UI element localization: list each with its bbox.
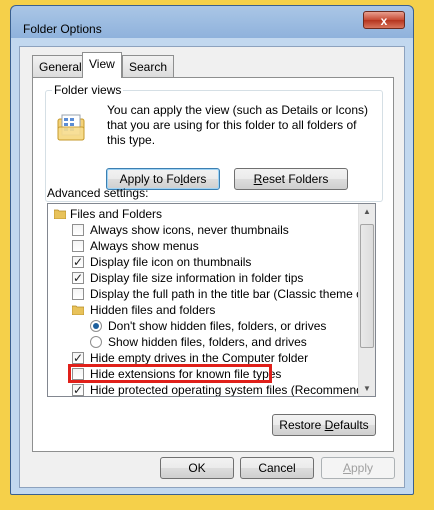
- scroll-thumb[interactable]: [360, 224, 374, 348]
- apply-label-c: pply: [351, 461, 374, 475]
- list-item-label: Hide empty drives in the Computer folder: [90, 351, 309, 365]
- restore-defaults-button[interactable]: Restore Defaults: [272, 414, 376, 436]
- apply-button[interactable]: Apply: [321, 457, 395, 479]
- reset-folders-label-c: eset Folders: [262, 172, 329, 186]
- apply-to-folders-label-a: Apply to Fo: [119, 172, 181, 186]
- folder-views-description: You can apply the view (such as Details …: [107, 103, 369, 147]
- radio[interactable]: [90, 336, 102, 348]
- window-title: Folder Options: [23, 22, 102, 36]
- folder-icon: [54, 209, 66, 219]
- reset-folders-button[interactable]: Reset Folders: [234, 168, 348, 190]
- scroll-up-arrow-icon[interactable]: ▲: [359, 204, 375, 220]
- checkbox-checked[interactable]: [72, 350, 84, 366]
- checkbox-checked[interactable]: [72, 382, 84, 396]
- tab-view[interactable]: View: [82, 52, 122, 78]
- list-item-label: Always show menus: [90, 239, 199, 253]
- apply-to-folders-label-c: ders: [183, 172, 207, 186]
- list-item-label: Hidden files and folders: [90, 303, 216, 317]
- apply-label-b: A: [342, 461, 351, 475]
- folder-icon: [72, 305, 84, 315]
- checkbox[interactable]: [72, 288, 84, 300]
- checkbox[interactable]: [72, 368, 84, 380]
- advanced-settings-list[interactable]: Files and Folders Always show icons, nev…: [47, 203, 376, 397]
- radio-selected[interactable]: [90, 320, 102, 332]
- checkbox[interactable]: [72, 240, 84, 252]
- ok-button[interactable]: OK: [160, 457, 234, 479]
- checkbox-checked[interactable]: [72, 254, 84, 270]
- close-button[interactable]: x: [363, 11, 405, 29]
- list-item-label: Hide protected operating system files (R…: [90, 383, 376, 397]
- checkbox-checked[interactable]: [72, 270, 84, 286]
- reset-folders-label-b: R: [253, 172, 263, 186]
- list-scrollbar[interactable]: ▲ ▼: [358, 204, 375, 396]
- cancel-button[interactable]: Cancel: [240, 457, 314, 479]
- advanced-settings-label: Advanced settings:: [47, 186, 149, 200]
- tab-search[interactable]: Search: [122, 55, 175, 77]
- tab-general[interactable]: General: [32, 55, 89, 77]
- list-item-label: Don't show hidden files, folders, or dri…: [108, 319, 327, 333]
- folder-views-legend: Folder views: [52, 83, 124, 97]
- restore-defaults-label-a: Restore: [279, 418, 325, 432]
- list-item-label: Display the full path in the title bar (…: [90, 287, 376, 301]
- list-item-label: Hide extensions for known file types: [90, 367, 282, 381]
- scroll-down-arrow-icon[interactable]: ▼: [359, 381, 375, 396]
- list-item-label: Show hidden files, folders, and drives: [108, 335, 307, 349]
- checkbox[interactable]: [72, 224, 84, 236]
- list-item-label: Display file size information in folder …: [90, 271, 304, 285]
- list-item-label: Display file icon on thumbnails: [90, 255, 252, 269]
- folder-view-icon: [57, 114, 85, 141]
- list-item-label: Always show icons, never thumbnails: [90, 223, 289, 237]
- restore-defaults-label-c: efaults: [333, 418, 369, 432]
- list-item-label: Files and Folders: [70, 207, 163, 221]
